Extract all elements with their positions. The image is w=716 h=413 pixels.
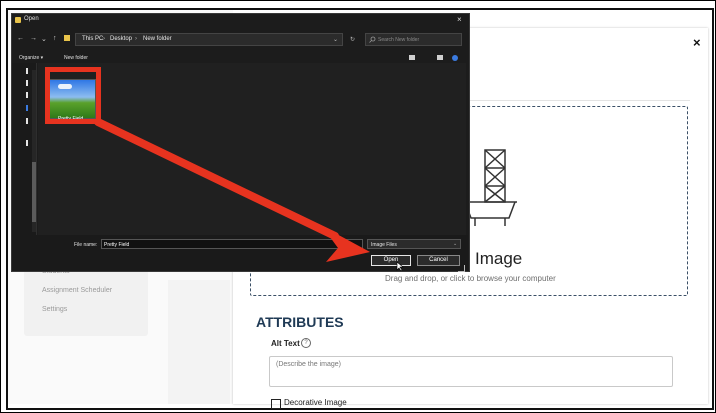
annotation-arrow bbox=[94, 118, 370, 262]
mouse-cursor-icon bbox=[396, 261, 404, 271]
